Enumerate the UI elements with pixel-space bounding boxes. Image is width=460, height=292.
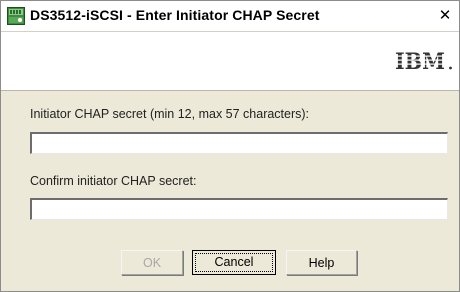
window-title: DS3512-iSCSI - Enter Initiator CHAP Secr… bbox=[30, 7, 320, 23]
ok-button[interactable]: OK bbox=[121, 250, 183, 275]
brand-banner: IBM bbox=[1, 32, 459, 91]
confirm-secret-input[interactable] bbox=[30, 198, 448, 220]
ibm-logo: IBM bbox=[395, 49, 452, 73]
svg-text:IBM: IBM bbox=[395, 49, 445, 73]
ok-button-label: OK bbox=[142, 255, 162, 270]
help-button-label: Help bbox=[308, 255, 335, 270]
help-button[interactable]: Help bbox=[286, 250, 357, 275]
storage-manager-app-icon bbox=[7, 7, 25, 25]
confirm-field-label: Confirm initiator CHAP secret: bbox=[30, 174, 197, 188]
title-bar[interactable]: DS3512-iSCSI - Enter Initiator CHAP Secr… bbox=[1, 1, 459, 32]
cancel-button-label: Cancel bbox=[195, 253, 273, 272]
chap-secret-dialog: DS3512-iSCSI - Enter Initiator CHAP Secr… bbox=[0, 0, 460, 292]
cancel-button[interactable]: Cancel bbox=[192, 250, 276, 275]
close-button[interactable]: ✕ bbox=[435, 7, 455, 25]
chap-secret-input[interactable] bbox=[30, 132, 448, 154]
close-icon: ✕ bbox=[438, 7, 452, 24]
secret-field-label: Initiator CHAP secret (min 12, max 57 ch… bbox=[30, 107, 310, 121]
